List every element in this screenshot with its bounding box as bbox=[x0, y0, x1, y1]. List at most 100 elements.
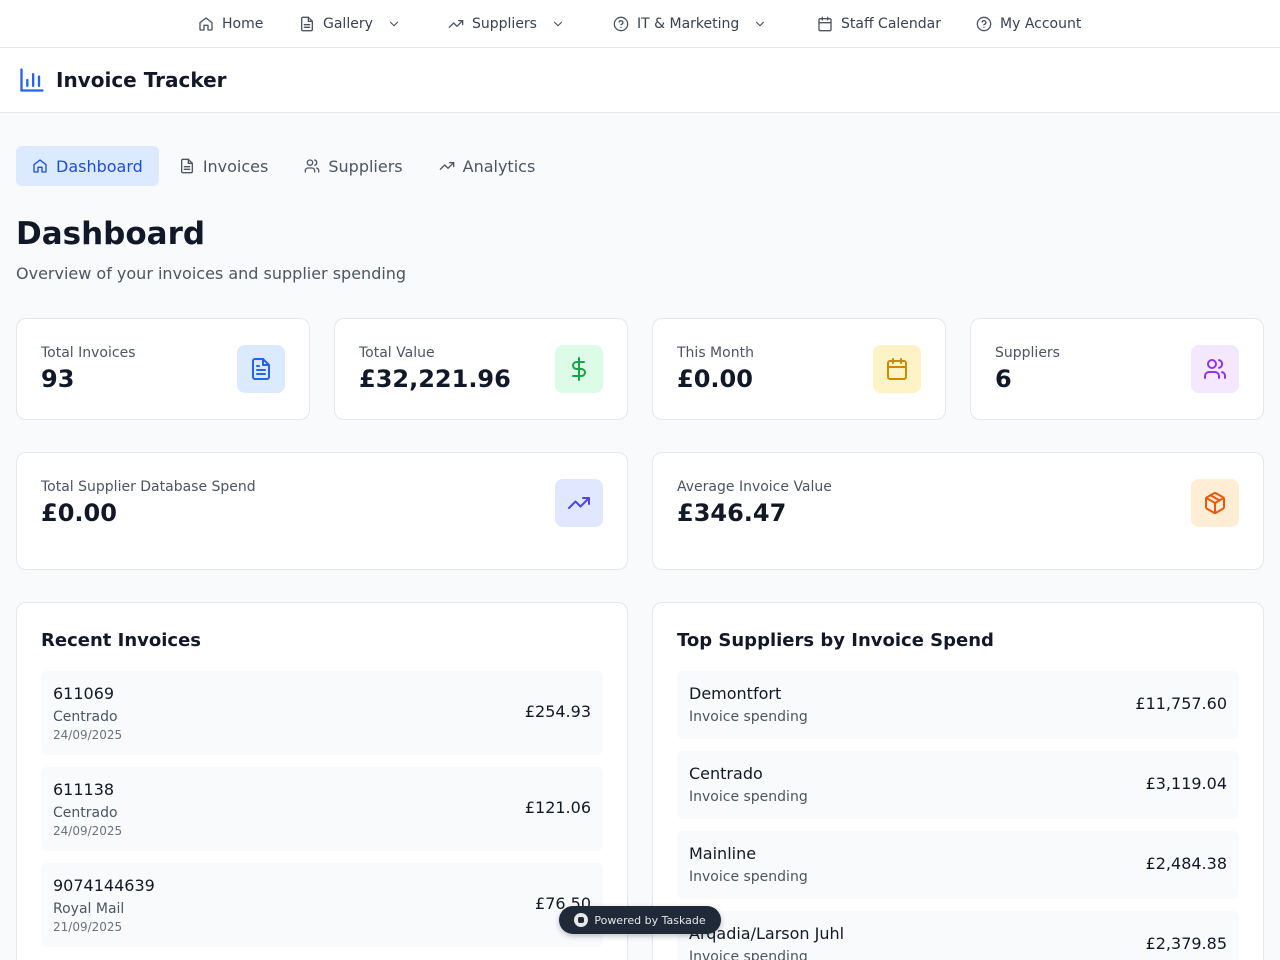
page-title: Dashboard bbox=[16, 216, 206, 252]
invoice-amount: £121.06 bbox=[524, 798, 591, 817]
users-icon bbox=[305, 159, 320, 173]
supplier-row[interactable]: Centrado Invoice spending £3,119.04 bbox=[677, 751, 1239, 819]
powered-by-badge[interactable]: Powered by Taskade bbox=[559, 906, 721, 934]
top-navigation: Home Gallery Suppliers IT & Marketing St… bbox=[0, 0, 1280, 48]
stat-card-suppliers: Suppliers 6 bbox=[970, 318, 1264, 420]
nav-staff-calendar-label: Staff Calendar bbox=[841, 16, 942, 32]
supplier-row[interactable]: Mainline Invoice spending £2,484.38 bbox=[677, 831, 1239, 899]
help-circle-icon bbox=[613, 16, 629, 32]
stat-label: Average Invoice Value bbox=[677, 479, 832, 495]
stat-label: Total Supplier Database Spend bbox=[41, 479, 256, 495]
supplier-name: Mainline bbox=[689, 844, 757, 863]
dollar-icon bbox=[572, 357, 586, 381]
supplier-sub: Invoice spending bbox=[689, 789, 808, 805]
stat-card-avg-invoice: Average Invoice Value £346.47 bbox=[652, 452, 1264, 570]
stat-icon-tile bbox=[555, 479, 603, 527]
stat-label: Suppliers bbox=[995, 345, 1060, 361]
stat-icon-tile bbox=[555, 345, 603, 393]
invoice-number: 9074144639 bbox=[53, 876, 155, 895]
tab-dashboard-label: Dashboard bbox=[56, 156, 143, 176]
tab-invoices[interactable]: Invoices bbox=[163, 146, 285, 186]
stat-icon-tile bbox=[237, 345, 285, 393]
supplier-sub: Invoice spending bbox=[689, 709, 808, 725]
supplier-amount: £2,379.85 bbox=[1145, 934, 1227, 953]
help-circle-icon bbox=[976, 16, 992, 32]
invoice-amount: £254.93 bbox=[524, 702, 591, 721]
supplier-sub: Invoice spending bbox=[689, 869, 808, 885]
invoice-row[interactable]: 611138 Centrado 24/09/2025 £121.06 bbox=[41, 767, 603, 851]
nav-my-account-label: My Account bbox=[1000, 16, 1082, 32]
stat-card-supplier-db-spend: Total Supplier Database Spend £0.00 bbox=[16, 452, 628, 570]
nav-suppliers-label: Suppliers bbox=[472, 16, 537, 32]
calendar-icon bbox=[818, 16, 832, 32]
stat-icon-tile bbox=[1191, 479, 1239, 527]
invoice-supplier: Centrado bbox=[53, 805, 118, 821]
supplier-sub: Invoice spending bbox=[689, 949, 808, 960]
tab-invoices-label: Invoices bbox=[202, 156, 269, 176]
chevron-down-icon bbox=[389, 21, 398, 27]
supplier-row[interactable]: Arqadia/Larson Juhl Invoice spending £2,… bbox=[677, 911, 1239, 960]
invoice-supplier: Centrado bbox=[53, 709, 118, 725]
calendar-icon bbox=[887, 358, 907, 380]
chevron-down-icon bbox=[756, 21, 765, 27]
stat-value: 6 bbox=[995, 365, 1012, 393]
file-icon bbox=[301, 16, 313, 32]
supplier-name: Demontfort bbox=[689, 684, 782, 703]
panel-title: Top Suppliers by Invoice Spend bbox=[677, 630, 994, 651]
nav-it-marketing-label: IT & Marketing bbox=[637, 16, 740, 32]
stat-label: This Month bbox=[677, 345, 754, 361]
supplier-row[interactable]: Demontfort Invoice spending £11,757.60 bbox=[677, 671, 1239, 739]
stat-value: £346.47 bbox=[677, 499, 787, 527]
home-icon bbox=[199, 17, 213, 31]
stat-value: £0.00 bbox=[677, 365, 753, 393]
nav-suppliers[interactable]: Suppliers bbox=[448, 0, 565, 48]
tab-analytics-label: Analytics bbox=[462, 156, 536, 176]
invoice-date: 24/09/2025 bbox=[53, 824, 123, 838]
recent-invoices-panel: Recent Invoices 611069 Centrado 24/09/20… bbox=[16, 602, 628, 960]
invoice-supplier: Royal Mail bbox=[53, 901, 125, 917]
panel-title: Recent Invoices bbox=[41, 630, 202, 651]
taskade-logo-icon bbox=[574, 913, 589, 927]
nav-gallery-label: Gallery bbox=[323, 16, 373, 32]
tab-suppliers-label: Suppliers bbox=[328, 156, 403, 176]
stat-icon-tile bbox=[873, 345, 921, 393]
stat-card-total-invoices: Total Invoices 93 bbox=[16, 318, 310, 420]
stat-card-total-value: Total Value £32,221.96 bbox=[334, 318, 628, 420]
bar-chart-icon bbox=[20, 68, 44, 92]
supplier-name: Centrado bbox=[689, 764, 763, 783]
package-icon bbox=[1205, 492, 1225, 514]
powered-by-label: Powered by Taskade bbox=[594, 913, 706, 927]
nav-my-account[interactable]: My Account bbox=[976, 0, 1081, 48]
nav-home-label: Home bbox=[222, 16, 264, 32]
tab-dashboard[interactable]: Dashboard bbox=[16, 146, 159, 186]
stat-card-this-month: This Month £0.00 bbox=[652, 318, 946, 420]
main-tabs: Dashboard Invoices Suppliers Analytics bbox=[16, 146, 551, 186]
nav-gallery[interactable]: Gallery bbox=[299, 0, 401, 48]
nav-home[interactable]: Home bbox=[198, 0, 263, 48]
tab-suppliers[interactable]: Suppliers bbox=[288, 146, 418, 186]
stat-value: 93 bbox=[41, 365, 75, 393]
trending-up-icon bbox=[439, 162, 454, 170]
invoice-row[interactable]: 9074144639 Royal Mail 21/09/2025 £76.50 bbox=[41, 863, 603, 947]
stat-value: £0.00 bbox=[41, 499, 117, 527]
users-icon bbox=[1204, 359, 1227, 379]
home-icon bbox=[33, 159, 47, 173]
nav-staff-calendar[interactable]: Staff Calendar bbox=[817, 0, 941, 48]
tab-analytics[interactable]: Analytics bbox=[423, 146, 552, 186]
stat-label: Total Invoices bbox=[41, 345, 136, 361]
invoice-row[interactable]: 611069 Centrado 24/09/2025 £254.93 bbox=[41, 671, 603, 755]
nav-it-marketing[interactable]: IT & Marketing bbox=[613, 0, 767, 48]
invoice-number: 611138 bbox=[53, 780, 115, 799]
app-header: Invoice Tracker bbox=[0, 48, 1280, 113]
trending-up-icon bbox=[568, 497, 590, 509]
supplier-amount: £3,119.04 bbox=[1145, 774, 1227, 793]
supplier-amount: £2,484.38 bbox=[1145, 854, 1227, 873]
page-subtitle: Overview of your invoices and supplier s… bbox=[16, 264, 407, 283]
trending-up-icon bbox=[448, 19, 464, 28]
app-title: Invoice Tracker bbox=[56, 68, 227, 92]
stat-value: £32,221.96 bbox=[359, 365, 511, 393]
file-icon bbox=[180, 158, 193, 174]
chevron-down-icon bbox=[553, 21, 563, 27]
invoice-date: 24/09/2025 bbox=[53, 728, 123, 742]
file-text-icon bbox=[252, 358, 270, 380]
